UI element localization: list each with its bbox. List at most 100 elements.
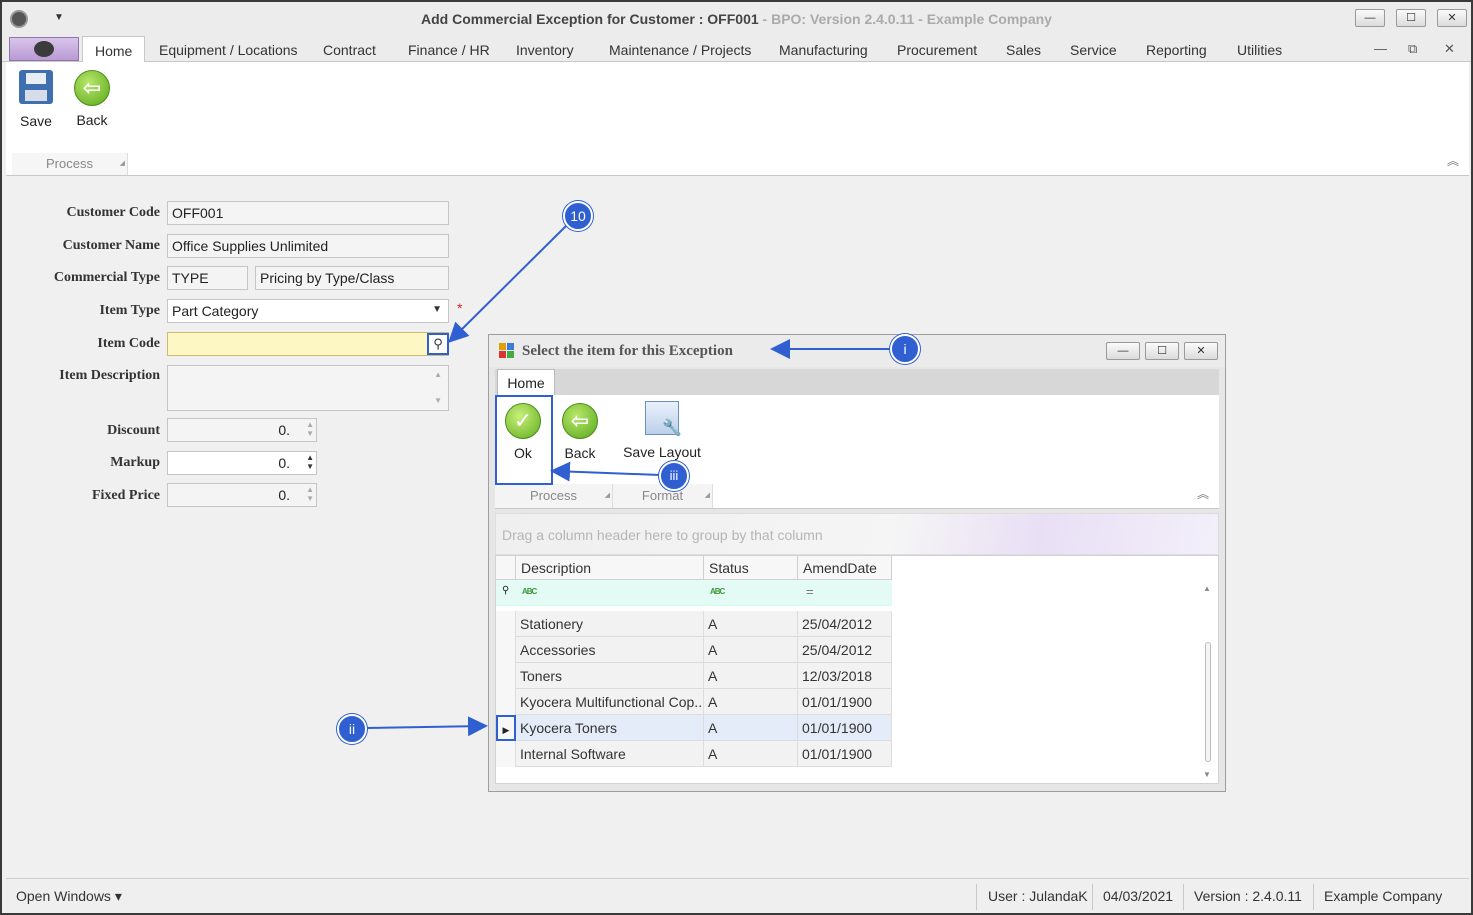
- customer-name-label: Customer Name: [62, 238, 160, 253]
- title-bar: ▼ Add Commercial Exception for Customer …: [2, 2, 1471, 36]
- table-row[interactable]: Kyocera Multifunctional Cop... A 01/01/1…: [496, 689, 892, 715]
- cell-status: A: [704, 611, 798, 637]
- save-button[interactable]: Save: [10, 70, 62, 129]
- item-code-lookup-search-icon[interactable]: ⚲: [427, 333, 449, 355]
- fixed-price-spinner-icon[interactable]: ▲ ▼: [306, 485, 314, 503]
- back-button[interactable]: ⇦ Back: [66, 70, 118, 128]
- column-header-amenddate[interactable]: AmendDate: [798, 556, 892, 580]
- mdi-minimize-icon[interactable]: —: [1374, 41, 1387, 56]
- status-user: User : JulandaK: [988, 888, 1088, 904]
- text-filter-icon[interactable]: ABC: [522, 587, 537, 596]
- item-type-label: Item Type: [99, 303, 160, 318]
- cell-description: Internal Software: [516, 741, 704, 767]
- filter-pin-icon: ⚲: [502, 585, 510, 596]
- text-filter-icon[interactable]: ABC: [710, 587, 725, 596]
- table-row[interactable]: Accessories A 25/04/2012: [496, 637, 892, 663]
- column-header-description[interactable]: Description: [516, 556, 704, 580]
- tab-utilities[interactable]: Utilities: [1237, 42, 1282, 58]
- tab-manufacturing[interactable]: Manufacturing: [779, 42, 868, 58]
- markup-spinner-icon[interactable]: ▲ ▼: [306, 453, 314, 471]
- discount-field[interactable]: 0. ▲ ▼: [167, 418, 317, 442]
- fixed-price-field[interactable]: 0. ▲ ▼: [167, 483, 317, 507]
- dialog-maximize-button[interactable]: ☐: [1145, 342, 1179, 360]
- annotation-badge-ii: ii: [337, 714, 367, 744]
- grid-vertical-scrollbar[interactable]: ▲ ▼: [1200, 582, 1216, 782]
- collapse-ribbon-icon[interactable]: ︽: [1447, 152, 1459, 169]
- dialog-back-label: Back: [564, 445, 596, 461]
- dialog-back-button[interactable]: ⇦ Back: [554, 403, 606, 461]
- item-code-label: Item Code: [97, 336, 160, 351]
- maximize-button[interactable]: ☐: [1396, 9, 1426, 27]
- tab-contract[interactable]: Contract: [323, 42, 376, 58]
- row-indicator: [496, 611, 516, 637]
- back-arrow-icon: ⇦: [74, 70, 110, 106]
- dialog-close-button[interactable]: ✕: [1184, 342, 1218, 360]
- cell-amenddate: 25/04/2012: [798, 637, 892, 663]
- cell-amenddate: 01/01/1900: [798, 741, 892, 767]
- select-item-dialog: Select the item for this Exception — ☐ ✕…: [488, 334, 1226, 792]
- dialog-title: Select the item for this Exception: [522, 343, 733, 359]
- tab-equipment-locations[interactable]: Equipment / Locations: [159, 42, 298, 58]
- scroll-down-icon[interactable]: ▼: [1203, 770, 1211, 779]
- discount-spinner-icon[interactable]: ▲ ▼: [306, 420, 314, 438]
- mdi-restore-icon[interactable]: ⧉: [1408, 41, 1417, 57]
- row-indicator: [496, 663, 516, 689]
- dialog-tab-home[interactable]: Home: [497, 369, 555, 396]
- dialog-collapse-ribbon-icon[interactable]: ︽: [1197, 485, 1209, 502]
- cell-status: A: [704, 715, 798, 741]
- tab-finance-hr[interactable]: Finance / HR: [408, 42, 490, 58]
- cell-amenddate: 25/04/2012: [798, 611, 892, 637]
- tab-reporting[interactable]: Reporting: [1146, 42, 1207, 58]
- item-description-label: Item Description: [59, 368, 160, 383]
- items-grid: Description Status AmendDate ⚲ ABC ABC =…: [495, 555, 1219, 784]
- tab-procurement[interactable]: Procurement: [897, 42, 977, 58]
- row-indicator: [496, 741, 516, 767]
- tab-maintenance-projects[interactable]: Maintenance / Projects: [609, 42, 751, 58]
- dialog-title-bar: Select the item for this Exception — ☐ ✕: [489, 335, 1225, 367]
- window-title-main: Add Commercial Exception for Customer : …: [421, 11, 759, 27]
- tab-service[interactable]: Service: [1070, 42, 1117, 58]
- ok-highlight: [495, 395, 553, 485]
- item-code-field[interactable]: [167, 332, 449, 356]
- fixed-price-value: 0.: [278, 487, 290, 503]
- cell-amenddate: 01/01/1900: [798, 715, 892, 741]
- cell-amenddate: 01/01/1900: [798, 689, 892, 715]
- item-type-select[interactable]: Part Category ▼: [167, 299, 449, 323]
- table-row[interactable]: Stationery A 25/04/2012: [496, 611, 892, 637]
- markup-field[interactable]: 0. ▲ ▼: [167, 451, 317, 475]
- column-header-status[interactable]: Status: [704, 556, 798, 580]
- close-button[interactable]: ✕: [1437, 9, 1467, 27]
- commercial-type-desc-field: Pricing by Type/Class: [255, 266, 449, 290]
- annotation-badge-10: 10: [563, 201, 593, 231]
- chevron-down-icon[interactable]: ▼: [432, 304, 442, 315]
- open-windows-menu[interactable]: Open Windows ▾: [16, 888, 122, 905]
- tab-sales[interactable]: Sales: [1006, 42, 1041, 58]
- scrollbar-thumb[interactable]: [1205, 642, 1211, 762]
- cell-status: A: [704, 741, 798, 767]
- application-menu-button[interactable]: [9, 37, 79, 61]
- cell-status: A: [704, 663, 798, 689]
- table-row[interactable]: Internal Software A 01/01/1900: [496, 741, 892, 767]
- equals-filter-icon[interactable]: =: [806, 584, 814, 599]
- mdi-close-icon[interactable]: ✕: [1444, 41, 1455, 57]
- tab-home[interactable]: Home: [82, 36, 146, 63]
- window-title-version: - BPO: Version 2.4.0.11 - Example Compan…: [758, 11, 1052, 27]
- auto-filter-row[interactable]: ⚲ ABC ABC =: [496, 580, 892, 606]
- table-row-selected[interactable]: ▶ Kyocera Toners A 01/01/1900: [496, 715, 892, 741]
- row-indicator: [496, 637, 516, 663]
- save-layout-icon: [645, 401, 682, 438]
- scroll-up-icon[interactable]: ▲: [1203, 584, 1211, 593]
- row-indicator-arrow-icon[interactable]: ▶: [496, 715, 516, 741]
- tab-inventory[interactable]: Inventory: [516, 42, 574, 58]
- back-arrow-icon: ⇦: [562, 403, 598, 439]
- status-separator: [976, 884, 977, 910]
- discount-value: 0.: [278, 422, 290, 438]
- annotation-badge-iii: iii: [659, 461, 689, 491]
- minimize-button[interactable]: —: [1355, 9, 1385, 27]
- dialog-minimize-button[interactable]: —: [1106, 342, 1140, 360]
- required-marker: *: [457, 300, 463, 316]
- save-layout-button[interactable]: Save Layout: [619, 401, 705, 460]
- customer-code-label: Customer Code: [66, 205, 160, 220]
- table-row[interactable]: Toners A 12/03/2018: [496, 663, 892, 689]
- group-by-panel[interactable]: Drag a column header here to group by th…: [495, 513, 1219, 555]
